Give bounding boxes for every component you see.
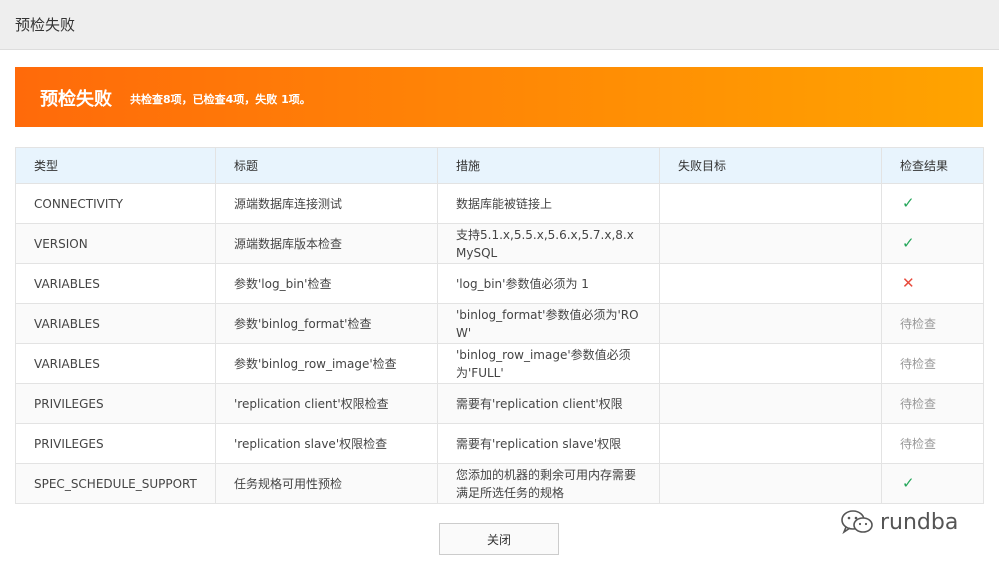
check-icon: ✓ bbox=[902, 474, 915, 492]
cell-type: PRIVILEGES bbox=[15, 423, 216, 464]
column-header-measure: 措施 bbox=[437, 147, 660, 184]
cell-title: 参数'log_bin'检查 bbox=[215, 263, 438, 304]
cell-measure: 'binlog_row_image'参数值必须为'FULL' bbox=[437, 343, 660, 384]
precheck-table: 类型 标题 措施 失败目标 检查结果 CONNECTIVITY 源端数据库连接测… bbox=[15, 147, 984, 504]
cell-result: ✓ bbox=[881, 183, 984, 224]
cell-target bbox=[659, 383, 882, 424]
cell-result: 待检查 bbox=[881, 303, 984, 344]
cell-type: PRIVILEGES bbox=[15, 383, 216, 424]
table-row: VARIABLES 参数'binlog_row_image'检查 'binlog… bbox=[15, 343, 984, 384]
cell-title: 参数'binlog_row_image'检查 bbox=[215, 343, 438, 384]
cell-title: 源端数据库版本检查 bbox=[215, 223, 438, 264]
cell-target bbox=[659, 343, 882, 384]
table-row: SPEC_SCHEDULE_SUPPORT 任务规格可用性预检 您添加的机器的剩… bbox=[15, 463, 984, 504]
check-icon: ✓ bbox=[902, 194, 915, 212]
cell-measure: 支持5.1.x,5.5.x,5.6.x,5.7.x,8.x MySQL bbox=[437, 223, 660, 264]
cell-type: VARIABLES bbox=[15, 343, 216, 384]
cell-target bbox=[659, 223, 882, 264]
watermark-text: rundba bbox=[880, 509, 959, 535]
cell-type: CONNECTIVITY bbox=[15, 183, 216, 224]
cell-measure: 需要有'replication slave'权限 bbox=[437, 423, 660, 464]
cell-title: 'replication client'权限检查 bbox=[215, 383, 438, 424]
banner-title: 预检失败 bbox=[40, 89, 112, 110]
cell-title: 任务规格可用性预检 bbox=[215, 463, 438, 504]
cell-result: ✕ bbox=[881, 263, 984, 304]
cell-target bbox=[659, 183, 882, 224]
close-button[interactable]: 关闭 bbox=[439, 523, 559, 555]
table-row: PRIVILEGES 'replication slave'权限检查 需要有'r… bbox=[15, 423, 984, 464]
table-header-row: 类型 标题 措施 失败目标 检查结果 bbox=[15, 147, 984, 184]
page-title: 预检失败 bbox=[15, 16, 76, 34]
status-pending: 待检查 bbox=[900, 436, 937, 451]
cell-measure: 'binlog_format'参数值必须为'ROW' bbox=[437, 303, 660, 344]
cell-target bbox=[659, 263, 882, 304]
check-icon: ✓ bbox=[902, 234, 915, 252]
banner-summary: 共检查8项，已检查4项，失败 1项。 bbox=[130, 93, 311, 106]
column-header-failed-target: 失败目标 bbox=[659, 147, 882, 184]
cell-type: SPEC_SCHEDULE_SUPPORT bbox=[15, 463, 216, 504]
status-pending: 待检查 bbox=[900, 396, 937, 411]
top-bar: 预检失败 bbox=[0, 0, 999, 50]
cell-target bbox=[659, 303, 882, 344]
column-header-result: 检查结果 bbox=[881, 147, 984, 184]
cell-result: 待检查 bbox=[881, 423, 984, 464]
table-row: VERSION 源端数据库版本检查 支持5.1.x,5.5.x,5.6.x,5.… bbox=[15, 223, 984, 264]
cell-result: 待检查 bbox=[881, 343, 984, 384]
cell-type: VARIABLES bbox=[15, 263, 216, 304]
cell-type: VARIABLES bbox=[15, 303, 216, 344]
table-row: CONNECTIVITY 源端数据库连接测试 数据库能被链接上 ✓ bbox=[15, 183, 984, 224]
cell-measure: 数据库能被链接上 bbox=[437, 183, 660, 224]
cell-measure: 您添加的机器的剩余可用内存需要满足所选任务的规格 bbox=[437, 463, 660, 504]
cell-target bbox=[659, 423, 882, 464]
table-row: VARIABLES 参数'binlog_format'检查 'binlog_fo… bbox=[15, 303, 984, 344]
cell-target bbox=[659, 463, 882, 504]
cell-result: 待检查 bbox=[881, 383, 984, 424]
cell-title: 源端数据库连接测试 bbox=[215, 183, 438, 224]
watermark: rundba bbox=[840, 507, 958, 537]
cell-measure: 需要有'replication client'权限 bbox=[437, 383, 660, 424]
cell-measure: 'log_bin'参数值必须为 1 bbox=[437, 263, 660, 304]
cell-title: 参数'binlog_format'检查 bbox=[215, 303, 438, 344]
precheck-failed-banner: 预检失败 共检查8项，已检查4项，失败 1项。 bbox=[15, 67, 983, 127]
cell-result: ✓ bbox=[881, 223, 984, 264]
wechat-icon bbox=[841, 510, 873, 535]
cross-icon: ✕ bbox=[902, 274, 915, 292]
cell-type: VERSION bbox=[15, 223, 216, 264]
status-pending: 待检查 bbox=[900, 356, 937, 371]
column-header-type: 类型 bbox=[15, 147, 216, 184]
cell-result: ✓ bbox=[881, 463, 984, 504]
status-pending: 待检查 bbox=[900, 316, 937, 331]
table-row: PRIVILEGES 'replication client'权限检查 需要有'… bbox=[15, 383, 984, 424]
cell-title: 'replication slave'权限检查 bbox=[215, 423, 438, 464]
column-header-title: 标题 bbox=[215, 147, 438, 184]
table-row: VARIABLES 参数'log_bin'检查 'log_bin'参数值必须为 … bbox=[15, 263, 984, 304]
